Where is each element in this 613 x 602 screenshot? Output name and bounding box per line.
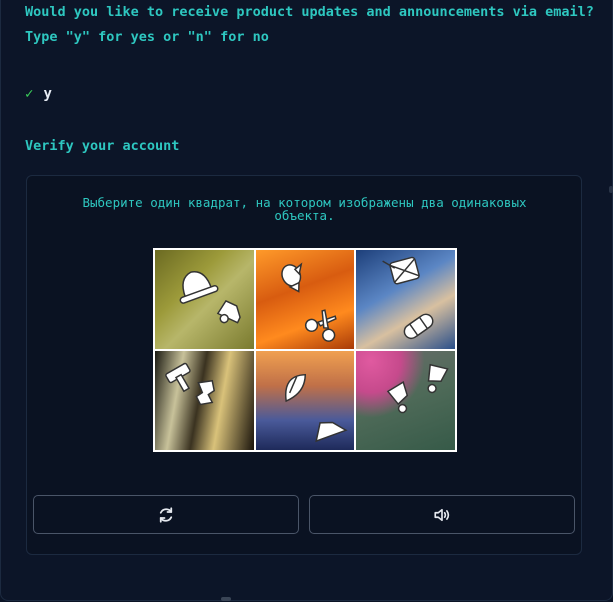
scrollbar-thumb[interactable] <box>609 186 613 193</box>
answer-line: ✓ y <box>25 86 52 102</box>
reload-button[interactable] <box>33 495 299 534</box>
verify-heading: Verify your account <box>25 138 180 154</box>
captcha-grid <box>153 248 457 452</box>
prompt-instruction: Type "y" for yes or "n" for no <box>25 29 269 45</box>
captcha-tile-6[interactable] <box>356 351 455 450</box>
captcha-tile-4[interactable] <box>155 351 254 450</box>
tile-2-icons <box>280 262 337 342</box>
audio-button[interactable] <box>309 495 575 534</box>
captcha-tile-3[interactable] <box>356 250 455 349</box>
tile-4-icons <box>165 362 216 406</box>
answer-value: y <box>43 86 52 102</box>
captcha-widget: Выберите один квадрат, на котором изобра… <box>26 175 582 555</box>
check-icon: ✓ <box>25 86 34 102</box>
captcha-tile-5[interactable] <box>255 351 355 450</box>
email-prompt: Would you like to receive product update… <box>25 0 595 50</box>
tile-6-icons <box>387 363 450 414</box>
captcha-instruction: Выберите один квадрат, на котором изобра… <box>82 195 527 223</box>
prompt-question: Would you like to receive product update… <box>25 4 594 20</box>
audio-icon <box>434 508 450 521</box>
tile-3-icons <box>382 256 434 340</box>
resize-handle[interactable] <box>221 597 231 601</box>
tile-5-icons <box>284 373 348 443</box>
tile-1-icons <box>179 271 241 324</box>
captcha-tile-2[interactable] <box>255 250 355 349</box>
captcha-tile-1[interactable] <box>155 250 254 349</box>
reload-icon <box>159 506 173 523</box>
